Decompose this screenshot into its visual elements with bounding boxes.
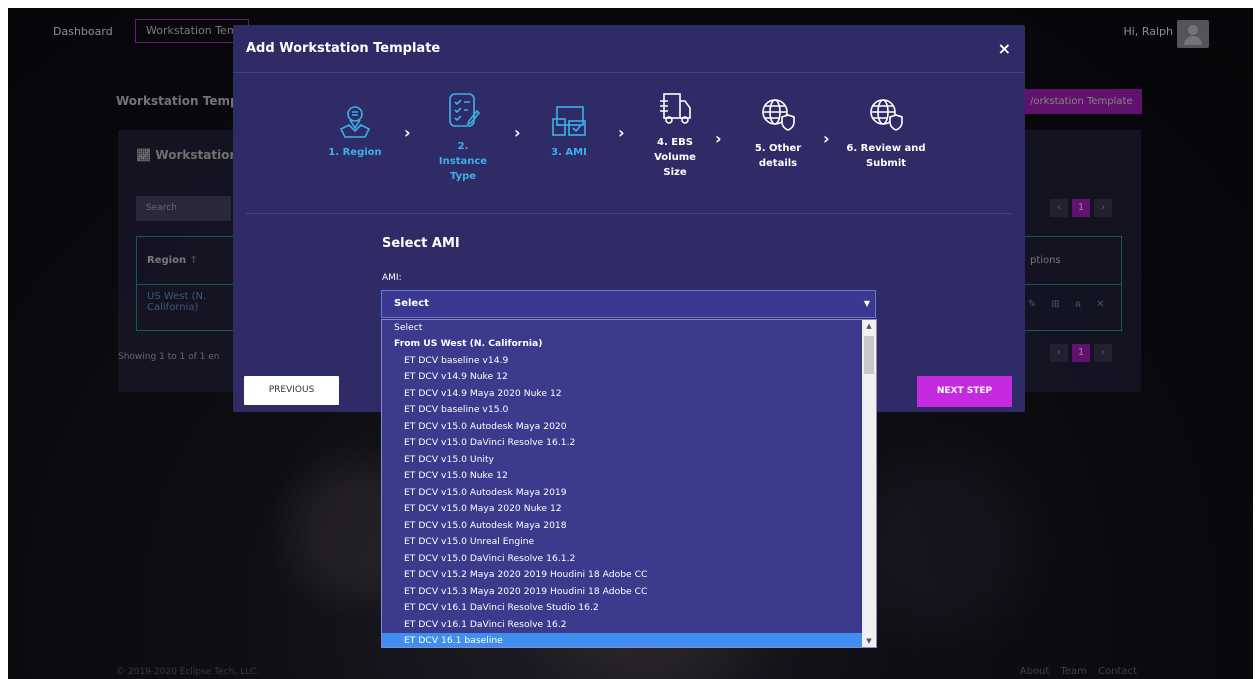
- dropdown-option[interactable]: ET DCV v15.2 Maya 2020 2019 Houdini 18 A…: [382, 567, 863, 583]
- scroll-up-icon[interactable]: ▲: [862, 322, 876, 330]
- previous-button[interactable]: PREVIOUS: [244, 376, 339, 405]
- step-other-details[interactable]: 5. Other details: [738, 97, 818, 171]
- chevron-right-icon: ›: [715, 129, 722, 148]
- truck-icon: [660, 93, 691, 124]
- dropdown-option[interactable]: ET DCV v15.0 Nuke 12: [382, 468, 863, 484]
- dropdown-option[interactable]: ET DCV baseline v15.0: [382, 402, 863, 418]
- dropdown-option[interactable]: ET DCV v14.9 Maya 2020 Nuke 12: [382, 386, 863, 402]
- dropdown-option-highlighted[interactable]: ET DCV 16.1 baseline: [382, 633, 863, 647]
- dropdown-option[interactable]: ET DCV v14.9 Nuke 12: [382, 369, 863, 385]
- chevron-right-icon: ›: [618, 123, 625, 142]
- ami-dropdown-list: Select From US West (N. California) ET D…: [381, 319, 877, 648]
- dropdown-option[interactable]: ET DCV v16.1 DaVinci Resolve Studio 16.2: [382, 600, 863, 616]
- dropdown-option[interactable]: ET DCV v15.3 Maya 2020 2019 Houdini 18 A…: [382, 584, 863, 600]
- ami-devices-icon: [552, 106, 586, 136]
- scrollbar-thumb[interactable]: [864, 336, 874, 374]
- modal-title: Add Workstation Template: [246, 41, 441, 56]
- caret-down-icon: ▼: [863, 299, 870, 308]
- dropdown-scrollbar[interactable]: ▲ ▼: [862, 320, 876, 647]
- modal-header: Add Workstation Template ×: [233, 25, 1025, 73]
- dropdown-option[interactable]: ET DCV v15.0 DaVinci Resolve 16.1.2: [382, 435, 863, 451]
- steps-divider: [246, 213, 1011, 214]
- dropdown-option[interactable]: ET DCV v16.1 DaVinci Resolve 16.2: [382, 617, 863, 633]
- step-review-submit[interactable]: 6. Review and Submit: [841, 97, 931, 171]
- dropdown-option[interactable]: ET DCV baseline v14.9: [382, 353, 863, 369]
- globe-shield-icon: [762, 99, 795, 131]
- dropdown-option[interactable]: ET DCV v15.0 Autodesk Maya 2018: [382, 518, 863, 534]
- wizard-steps: 1. Region › 2. Instance Type › 3. AMI › …: [233, 93, 1025, 213]
- step-ebs-volume[interactable]: 4. EBS Volume Size: [635, 91, 715, 180]
- chevron-right-icon: ›: [514, 123, 521, 142]
- chevron-right-icon: ›: [823, 129, 830, 148]
- ami-select[interactable]: Select ▼: [381, 290, 876, 318]
- step-ami[interactable]: 3. AMI: [529, 103, 609, 158]
- ami-label: AMI:: [382, 273, 402, 283]
- close-icon[interactable]: ×: [998, 39, 1011, 58]
- optgroup-label: From US West (N. California): [394, 338, 543, 349]
- step-instance-type[interactable]: 2. Instance Type: [423, 91, 503, 184]
- scroll-down-icon[interactable]: ▼: [862, 637, 876, 645]
- dropdown-option[interactable]: ET DCV v15.0 Unity: [382, 452, 863, 468]
- dropdown-option[interactable]: ET DCV v15.0 DaVinci Resolve 16.1.2: [382, 551, 863, 567]
- region-map-icon: [339, 106, 371, 138]
- dropdown-option[interactable]: ET DCV v15.0 Autodesk Maya 2020: [382, 419, 863, 435]
- dropdown-option[interactable]: ET DCV v15.0 Maya 2020 Nuke 12: [382, 501, 863, 517]
- chevron-right-icon: ›: [404, 123, 411, 142]
- app-window: Dashboard Workstation Tem Hi, Ralph Work…: [8, 8, 1253, 679]
- globe-shield-icon: [870, 99, 903, 131]
- option-select[interactable]: Select: [382, 320, 863, 336]
- checklist-icon: [449, 93, 481, 127]
- section-title: Select AMI: [382, 236, 460, 251]
- step-region[interactable]: 1. Region: [315, 103, 395, 158]
- dropdown-option[interactable]: ET DCV v15.0 Unreal Engine: [382, 534, 863, 550]
- next-step-button[interactable]: NEXT STEP: [917, 376, 1012, 407]
- dropdown-option[interactable]: ET DCV v15.0 Autodesk Maya 2019: [382, 485, 863, 501]
